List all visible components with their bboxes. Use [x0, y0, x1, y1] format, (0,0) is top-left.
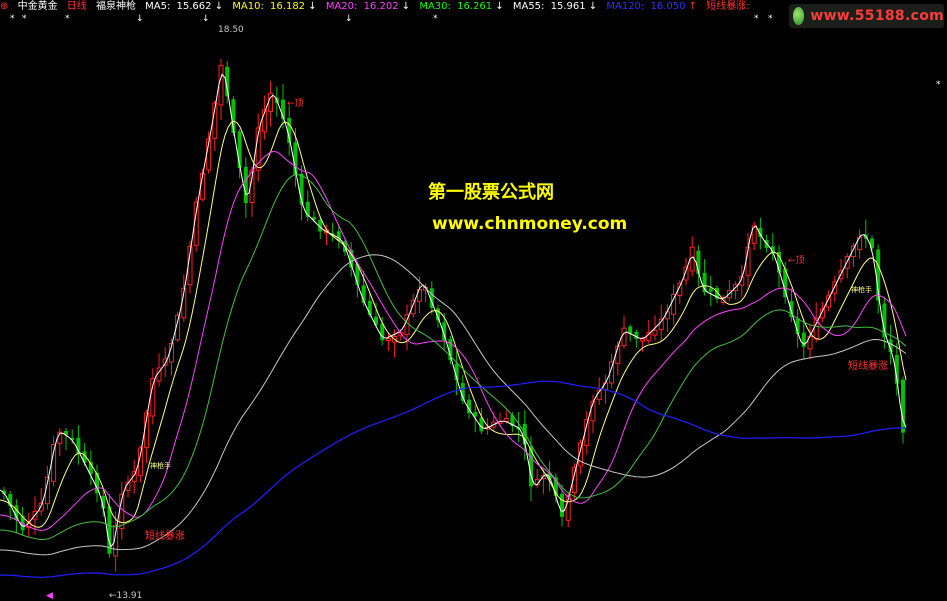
- ma30-arrow: ↓: [495, 1, 504, 12]
- header-marker: ⊕: [0, 1, 9, 12]
- star-marker: *: [754, 14, 759, 24]
- ma5-arrow: ↓: [214, 1, 224, 12]
- ma55-arrow: ↓: [588, 1, 598, 12]
- candle-body[interactable]: [708, 288, 713, 292]
- candle-body[interactable]: [385, 337, 391, 341]
- surge-signal-label: 短线暴涨: [848, 361, 888, 372]
- down-arrow-marker: ↓: [136, 14, 144, 24]
- down-arrow-marker: ↓: [202, 14, 210, 24]
- ma5-value: 15.662: [176, 1, 212, 12]
- star-marker: *: [433, 14, 438, 24]
- ma5-label: MA5:: [145, 1, 171, 12]
- star-marker: *: [936, 80, 941, 90]
- candle-body[interactable]: [671, 293, 677, 315]
- ma120-value: 16.050: [650, 1, 686, 12]
- star-marker: *: [65, 14, 70, 24]
- top-signal-label: ←顶: [788, 256, 805, 266]
- ma55-label: MA55:: [512, 1, 545, 12]
- candle-body[interactable]: [689, 246, 695, 272]
- ma20-label: MA20:: [325, 1, 358, 12]
- ma20-arrow: ↓: [401, 1, 411, 12]
- candle-body[interactable]: [602, 382, 608, 391]
- kline-chart[interactable]: [0, 0, 947, 601]
- top-signal-label: ←顶: [287, 99, 304, 109]
- surge-signal-label: 短线暴涨: [145, 531, 185, 542]
- gun-signal-label: 神枪手: [150, 462, 171, 470]
- candle-body[interactable]: [640, 338, 646, 342]
- signal-label: 短线暴涨:: [706, 1, 750, 12]
- candle-body[interactable]: [560, 493, 564, 517]
- ma55-value: 15.961: [550, 1, 586, 12]
- ma10-arrow: ↓: [308, 1, 317, 12]
- ma30-label: MA30:: [419, 1, 451, 12]
- candle-body[interactable]: [621, 327, 627, 347]
- high-price-label: 18.50: [218, 25, 244, 35]
- scroll-left-marker[interactable]: ◀: [46, 591, 53, 601]
- candle-body[interactable]: [218, 65, 224, 106]
- candle-body[interactable]: [628, 326, 633, 334]
- star-marker: *: [22, 14, 27, 24]
- logo-text: www.55188.com: [810, 8, 944, 24]
- low-price-label: ←13.91: [109, 591, 143, 601]
- ma120-label: MA120:: [606, 1, 645, 12]
- candle-body[interactable]: [243, 166, 248, 204]
- star-marker: *: [768, 14, 773, 24]
- indicator-name[interactable]: 福泉神枪: [96, 0, 136, 14]
- watermark-title: 第一股票公式网: [428, 182, 554, 203]
- candle-body[interactable]: [652, 329, 658, 336]
- period-label[interactable]: 日线: [67, 0, 87, 14]
- stock-name[interactable]: 中金黄金: [18, 0, 58, 14]
- gun-signal-label: 神枪手: [851, 286, 872, 294]
- moving-average-line: [0, 254, 907, 556]
- down-arrow-marker: ↓: [345, 14, 353, 24]
- ma10-value: 16.182: [270, 1, 306, 12]
- ma20-value: 16.202: [363, 1, 399, 12]
- ma30-value: 16.261: [457, 1, 493, 12]
- ma120-arrow: ↑: [688, 1, 698, 12]
- watermark-url: www.chnmoney.com: [432, 214, 628, 234]
- ma10-label: MA10:: [232, 1, 264, 12]
- site-logo[interactable]: www.55188.com: [789, 4, 944, 28]
- logo-icon: [793, 7, 805, 25]
- candle-body[interactable]: [664, 311, 670, 320]
- star-marker: *: [10, 14, 15, 24]
